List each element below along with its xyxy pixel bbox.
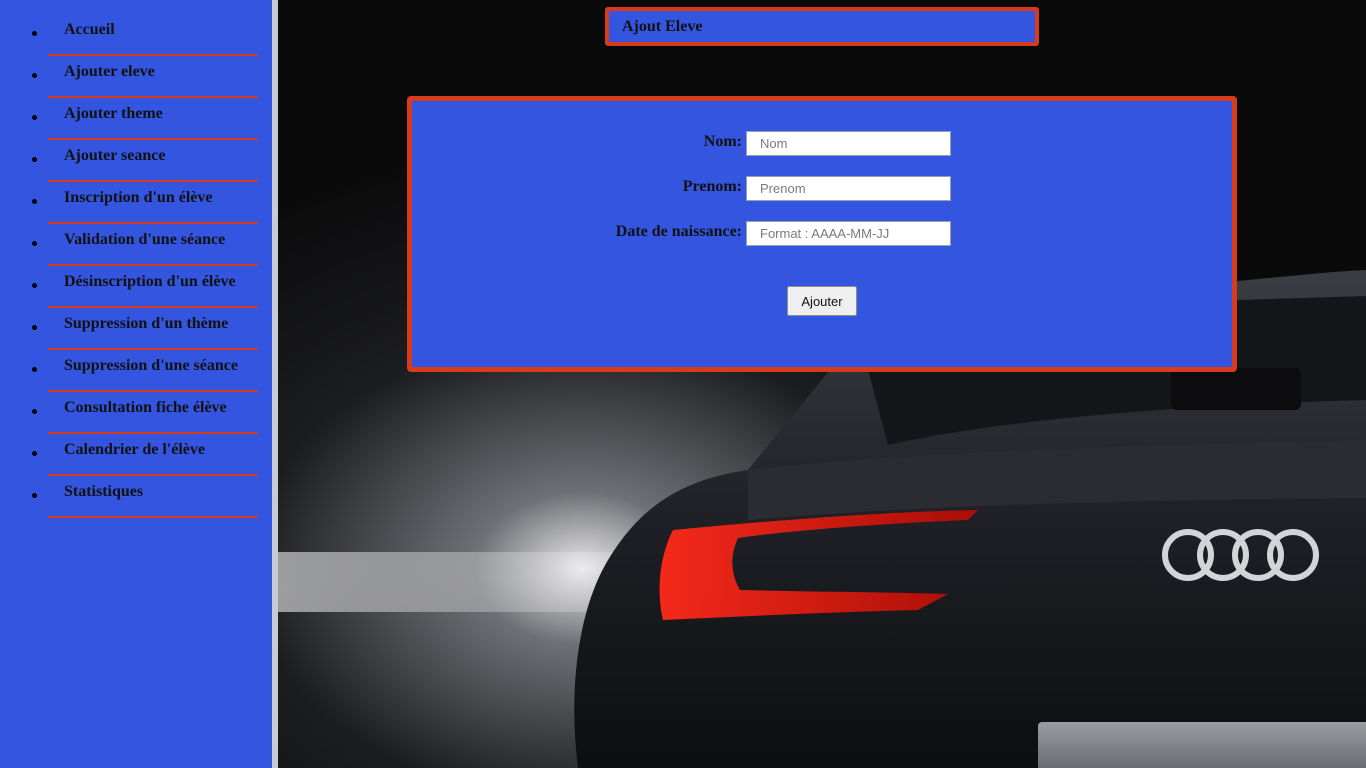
page-title-box: Ajout Eleve — [605, 7, 1039, 46]
nav-link-suppression-theme[interactable]: Suppression d'un thème — [48, 308, 258, 350]
bullet-icon — [32, 409, 37, 414]
nav-item-statistiques: Statistiques — [0, 476, 272, 518]
nav-link-consultation[interactable]: Consultation fiche élève — [48, 392, 258, 434]
nav-link-suppression-seance[interactable]: Suppression d'une séance — [48, 350, 258, 392]
nom-input[interactable] — [746, 131, 951, 156]
nav-item-suppression-seance: Suppression d'une séance — [0, 350, 272, 392]
sidebar: Accueil Ajouter eleve Ajouter theme Ajou… — [0, 0, 272, 768]
nav-item-desinscription: Désinscription d'un élève — [0, 266, 272, 308]
bullet-icon — [32, 157, 37, 162]
nav-link-ajouter-eleve[interactable]: Ajouter eleve — [48, 56, 258, 98]
nav-item-consultation: Consultation fiche élève — [0, 392, 272, 434]
prenom-label: Prenom: — [682, 178, 742, 195]
nav-item-validation: Validation d'une séance — [0, 224, 272, 266]
bullet-icon — [32, 199, 37, 204]
page-title: Ajout Eleve — [622, 18, 703, 35]
nav-item-ajouter-theme: Ajouter theme — [0, 98, 272, 140]
nom-label: Nom: — [703, 133, 742, 150]
form-row-date-naissance: Date de naissance: — [412, 221, 1232, 247]
bullet-icon — [32, 493, 37, 498]
nav-item-calendrier: Calendrier de l'élève — [0, 434, 272, 476]
bullet-icon — [32, 325, 37, 330]
bullet-icon — [32, 73, 37, 78]
bullet-icon — [32, 241, 37, 246]
bullet-icon — [32, 367, 37, 372]
nav-link-inscription[interactable]: Inscription d'un élève — [48, 182, 258, 224]
bullet-icon — [32, 115, 37, 120]
form-row-nom: Nom: — [412, 131, 1232, 157]
prenom-input[interactable] — [746, 176, 951, 201]
nav-item-ajouter-eleve: Ajouter eleve — [0, 56, 272, 98]
add-student-form: Nom: Prenom: Date de naissance: Ajouter — [407, 96, 1237, 372]
nav-link-ajouter-theme[interactable]: Ajouter theme — [48, 98, 258, 140]
nav-item-accueil: Accueil — [0, 14, 272, 56]
nav-item-ajouter-seance: Ajouter seance — [0, 140, 272, 182]
nav-link-ajouter-seance[interactable]: Ajouter seance — [48, 140, 258, 182]
date-naissance-input[interactable] — [746, 221, 951, 246]
form-row-prenom: Prenom: — [412, 176, 1232, 202]
bullet-icon — [32, 451, 37, 456]
date-naissance-label: Date de naissance: — [615, 223, 742, 240]
nav-link-desinscription[interactable]: Désinscription d'un élève — [48, 266, 258, 308]
ajouter-button[interactable]: Ajouter — [787, 286, 857, 316]
bullet-icon — [32, 31, 37, 36]
nav-list: Accueil Ajouter eleve Ajouter theme Ajou… — [0, 0, 272, 518]
nav-link-accueil[interactable]: Accueil — [48, 14, 258, 56]
nav-item-inscription: Inscription d'un élève — [0, 182, 272, 224]
bullet-icon — [32, 283, 37, 288]
nav-link-calendrier[interactable]: Calendrier de l'élève — [48, 434, 258, 476]
nav-link-validation[interactable]: Validation d'une séance — [48, 224, 258, 266]
nav-link-statistiques[interactable]: Statistiques — [48, 476, 258, 518]
nav-item-suppression-theme: Suppression d'un thème — [0, 308, 272, 350]
